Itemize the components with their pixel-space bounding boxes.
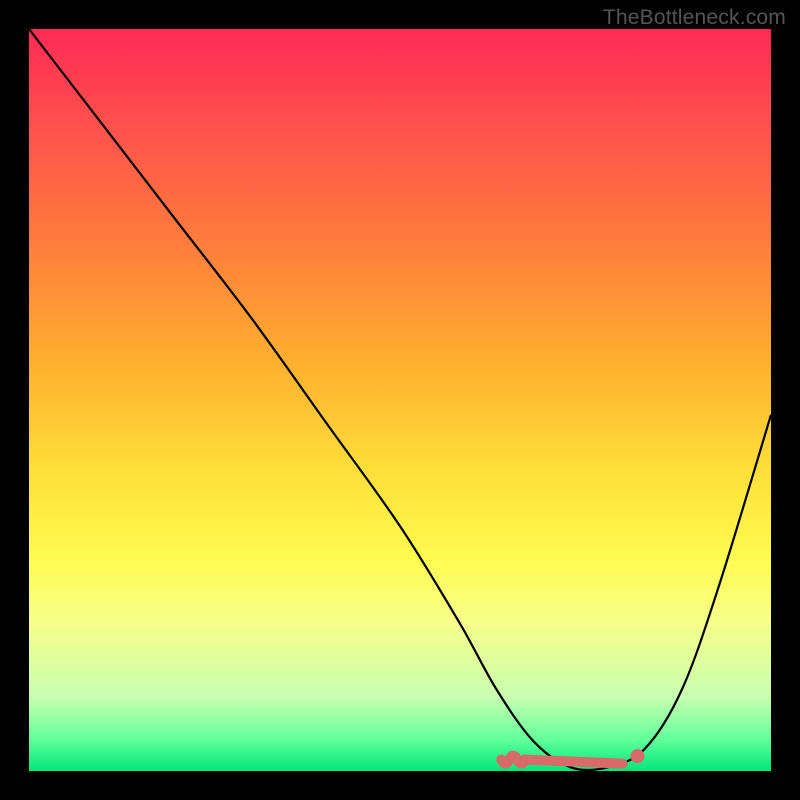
bottleneck-curve-line: [29, 29, 771, 770]
optimal-range-marker: [501, 756, 622, 764]
chart-svg: [29, 29, 771, 771]
watermark-text: TheBottleneck.com: [603, 6, 786, 30]
chart-bottleneck: [29, 29, 771, 771]
marker-dot: [630, 749, 644, 763]
